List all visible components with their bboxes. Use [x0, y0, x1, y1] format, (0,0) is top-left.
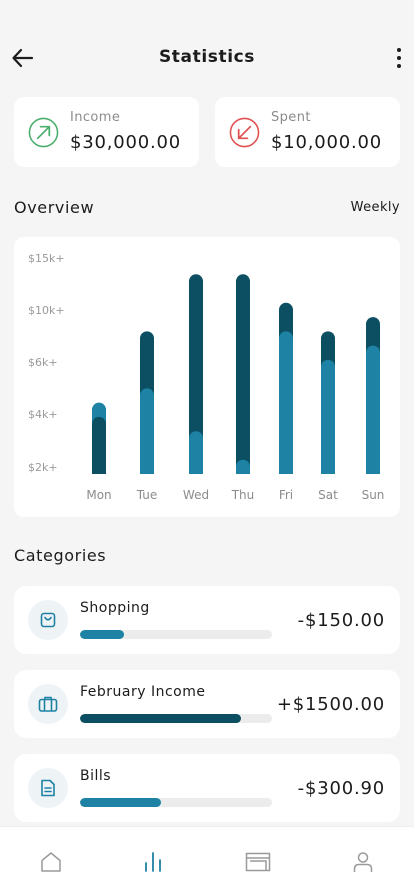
spent-label: Spent: [271, 110, 311, 125]
y-tick-label: $2k+: [28, 461, 58, 474]
categories-title: Categories: [14, 546, 107, 565]
overview-title: Overview: [14, 198, 95, 217]
tab-statistics[interactable]: [138, 847, 168, 877]
bar-sat-front: [321, 359, 335, 474]
arrow-down-left-icon: [229, 117, 260, 148]
category-amount: -$150.00: [297, 610, 385, 631]
category-icon-wrap: [28, 768, 68, 808]
income-summary-card[interactable]: Income $30,000.00: [14, 97, 199, 167]
x-tick-label: Thu: [231, 488, 255, 502]
y-tick-label: $15k+: [28, 252, 65, 265]
bar-mon-front: [92, 416, 106, 474]
category-icon-wrap: [28, 684, 68, 724]
spent-summary-card[interactable]: Spent $10,000.00: [215, 97, 400, 167]
x-tick-label: Tue: [136, 488, 158, 502]
page-title: Statistics: [158, 47, 256, 67]
category-card-shopping[interactable]: Shopping -$150.00: [14, 586, 400, 654]
category-amount: +$1500.00: [276, 694, 385, 715]
category-progress-fill: [80, 714, 242, 723]
category-amount: -$300.90: [297, 778, 385, 799]
category-name: February Income: [80, 684, 206, 700]
document-icon: [41, 779, 55, 797]
x-tick-label: Mon: [86, 488, 111, 502]
bottom-tab-bar: [0, 826, 414, 896]
y-tick-label: $4k+: [28, 408, 58, 421]
x-tick-label: Sat: [318, 488, 338, 502]
arrow-up-right-icon: [28, 117, 59, 148]
period-selector[interactable]: Weekly: [351, 200, 400, 215]
app-header: Statistics: [0, 30, 414, 86]
income-value: $30,000.00: [70, 132, 182, 153]
bar-wed-front: [189, 431, 203, 474]
category-progress-fill: [80, 798, 161, 807]
briefcase-icon: [38, 696, 58, 712]
category-progress-track: [80, 714, 272, 723]
overview-bar-chart: $15k+ $10k+ $6k+ $4k+ $2k+ Mon Tue Wed Thu Fri Sat…: [28, 252, 385, 502]
x-tick-label: Sun: [362, 488, 385, 502]
category-card-bills[interactable]: Bills -$300.90: [14, 754, 400, 822]
category-name: Bills: [80, 768, 112, 784]
x-tick-label: Wed: [183, 488, 209, 502]
home-icon: [41, 852, 61, 872]
bar-thu-front: [236, 459, 250, 474]
bar-sun-front: [366, 345, 380, 474]
bar-chart-icon: [145, 852, 161, 872]
category-progress-track: [80, 630, 272, 639]
spent-value: $10,000.00: [271, 132, 383, 153]
more-options-icon[interactable]: [392, 45, 406, 71]
category-card-february-income[interactable]: February Income +$1500.00: [14, 670, 400, 738]
shopping-bag-icon: [40, 612, 56, 628]
bar-fri-front: [279, 331, 293, 474]
wallet-card-icon: [245, 852, 271, 872]
overview-chart-card: $15k+ $10k+ $6k+ $4k+ $2k+ Mon Tue Wed Thu Fri Sat…: [14, 237, 400, 517]
y-tick-label: $10k+: [28, 304, 65, 317]
x-tick-label: Fri: [279, 488, 293, 502]
category-name: Shopping: [80, 600, 150, 616]
tab-profile[interactable]: [348, 847, 378, 877]
y-tick-label: $6k+: [28, 356, 58, 369]
user-icon: [353, 852, 373, 872]
bar-tue-front: [140, 388, 154, 474]
tab-home[interactable]: [36, 847, 66, 877]
tab-wallet[interactable]: [243, 847, 273, 877]
category-progress-fill: [80, 630, 125, 639]
category-progress-track: [80, 798, 272, 807]
bar-thu-back: [236, 274, 250, 474]
income-label: Income: [70, 110, 121, 125]
category-icon-wrap: [28, 600, 68, 640]
